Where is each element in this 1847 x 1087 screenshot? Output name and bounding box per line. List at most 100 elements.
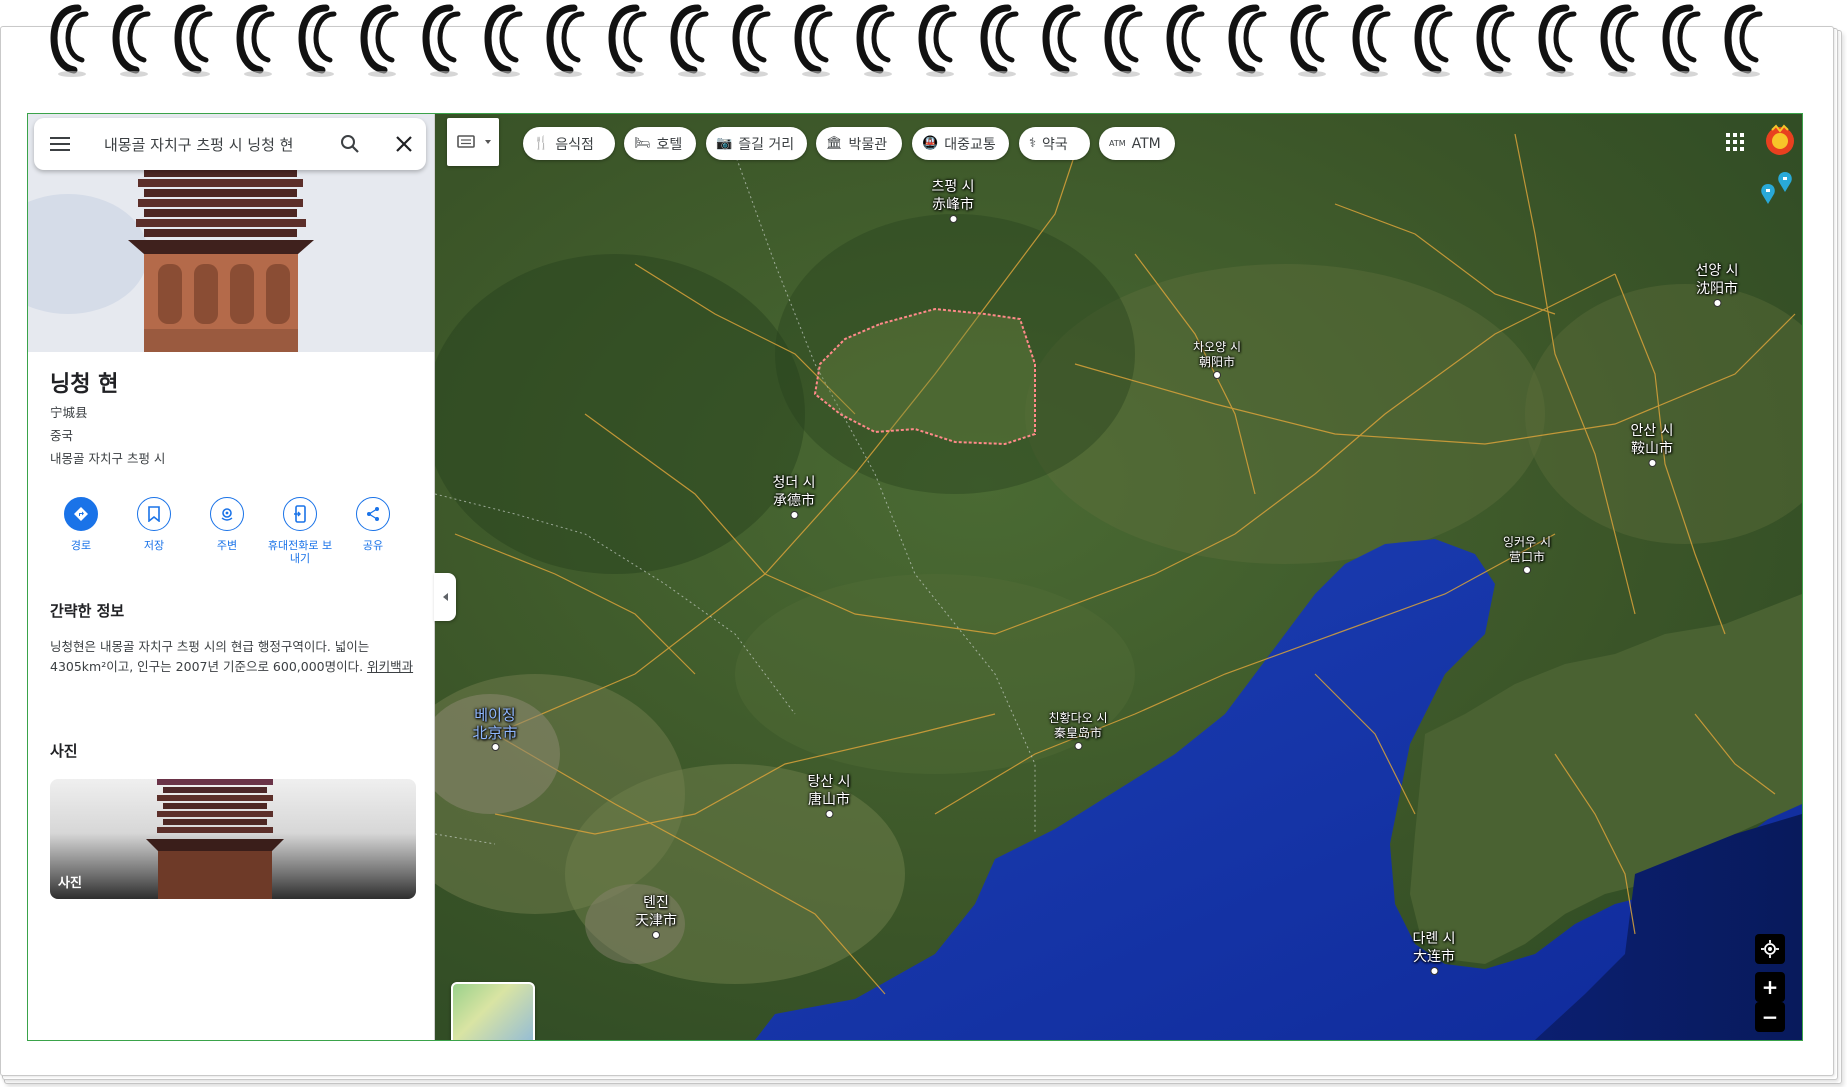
binding-ring-icon [50,4,89,77]
summary-text: 닝청현은 내몽골 자치구 츠펑 시의 현급 행정구역이다. 넓이는 4305km… [50,639,414,674]
share-button[interactable]: 공유 [340,497,406,552]
binding-ring-icon [546,4,585,77]
send-to-phone-button[interactable]: 휴대전화로 보내기 [267,497,333,565]
city-label[interactable]: 차오양 시 朝阳市 [1193,340,1241,379]
city-label-capital[interactable]: 베이징 北京市 [472,706,518,751]
spiral-binding [48,0,1788,86]
binding-ring-icon [484,4,523,77]
binding-ring-icon [1352,4,1391,77]
city-label[interactable]: 잉커우 시 营口市 [1503,535,1551,574]
chevron-left-icon [443,593,448,601]
binding-ring-icon [856,4,895,77]
action-row: 경로 저장 주변 휴대전화로 보내기 공유 [48,497,420,577]
search-box[interactable]: 내몽골 자치구 츠펑 시 닝청 현 [34,118,426,170]
save-button[interactable]: 저장 [121,497,187,552]
chip-restaurants[interactable]: 🍴 음식점 [523,127,615,160]
city-label[interactable]: 안산 시 鞍山市 [1630,422,1674,467]
city-dot-icon [490,743,499,751]
place-title: 닝청 현 [50,372,119,397]
zoom-out-button[interactable]: − [1755,1002,1785,1032]
binding-ring-icon [1600,4,1639,77]
transit-icon: 🚇 [922,136,939,151]
layers-toggle-button[interactable] [451,982,535,1040]
city-label[interactable]: 톈진 天津市 [635,894,677,939]
apps-grid-icon[interactable] [1725,132,1745,152]
nearby-button[interactable]: 주변 [194,497,260,552]
museum-icon: 🏛 [826,136,843,151]
binding-ring-icon [670,4,709,77]
city-label[interactable]: 청더 시 承德市 [772,474,816,519]
hotel-icon: 🛏 [634,136,651,151]
place-country: 중국 [50,428,74,443]
map-pin-icon[interactable] [1759,170,1799,210]
maps-window: 🍴 음식점 🛏 호텔 📷 즐길 거리 🏛 박물관 🚇 대중교통 ⚕ 약국 ATM ATM [27,113,1803,1041]
pagoda-photo [146,779,284,899]
zoom-in-button[interactable]: + [1755,972,1785,1002]
city-dot-icon [652,931,660,939]
directions-button[interactable]: 경로 [48,497,114,552]
binding-ring-icon [360,4,399,77]
summary-title: 간략한 정보 [50,602,125,620]
city-label[interactable]: 친황다오 시 秦皇岛市 [1048,711,1108,750]
city-dot-icon [1212,371,1221,379]
chip-hotels[interactable]: 🛏 호텔 [624,127,696,160]
binding-ring-icon [732,4,771,77]
restaurant-icon: 🍴 [533,136,550,151]
pharmacy-icon: ⚕ [1029,136,1037,151]
place-hero-image[interactable]: 내몽골 자치구 츠펑 시 닝청 현 [28,114,434,352]
my-location-button[interactable] [1755,934,1785,964]
city-dot-icon [1522,566,1531,574]
chip-transit[interactable]: 🚇 대중교통 [912,127,1009,160]
search-icon[interactable] [338,132,362,156]
city-label[interactable]: 츠펑 시 赤峰市 [931,178,975,223]
atm-icon: ATM [1109,139,1126,148]
account-avatar[interactable] [1764,124,1796,158]
photo-thumbnail[interactable]: 사진 [50,779,416,899]
binding-ring-icon [174,4,213,77]
hamburger-menu-icon[interactable] [48,133,72,155]
chip-atm[interactable]: ATM ATM [1099,127,1175,160]
place-native-name: 宁城县 [50,405,88,420]
binding-ring-icon [112,4,151,77]
zoom-controls: + − [1755,934,1787,1040]
chip-museums[interactable]: 🏛 박물관 [816,127,902,160]
city-dot-icon [1713,299,1721,307]
binding-ring-icon [1228,4,1267,77]
share-icon [367,507,379,521]
chip-things-to-do[interactable]: 📷 즐길 거리 [706,127,807,160]
collapse-panel-button[interactable] [434,573,456,621]
city-dot-icon [1648,459,1656,467]
chip-pharmacy[interactable]: ⚕ 약국 [1019,127,1090,160]
binding-ring-icon [1476,4,1515,77]
map-canvas[interactable]: 🍴 음식점 🛏 호텔 📷 즐길 거리 🏛 박물관 🚇 대중교통 ⚕ 약국 ATM ATM [435,114,1802,1040]
binding-ring-icon [918,4,957,77]
city-dot-icon [825,810,833,818]
binding-ring-icon [236,4,275,77]
place-region: 내몽골 자치구 츠펑 시 [50,451,166,466]
place-panel: 내몽골 자치구 츠펑 시 닝청 현 닝청 현 宁城县 중국 내몽골 자치구 츠펑… [28,114,435,1040]
city-label[interactable]: 다롄 시 大连市 [1412,930,1456,975]
binding-ring-icon [1290,4,1329,77]
city-dot-icon [1430,967,1438,975]
bookmark-icon [148,506,160,522]
binding-ring-icon [1414,4,1453,77]
city-label[interactable]: 탕산 시 唐山市 [807,773,851,818]
photo-label: 사진 [58,876,82,891]
keyboard-input-button[interactable] [447,118,499,166]
city-dot-icon [790,511,798,519]
binding-ring-icon [1538,4,1577,77]
photos-title: 사진 [50,742,78,760]
city-dot-icon [1073,742,1082,750]
binding-ring-icon [608,4,647,77]
city-label[interactable]: 선양 시 沈阳市 [1695,262,1739,307]
close-icon[interactable] [392,132,416,156]
binding-ring-icon [1662,4,1701,77]
search-input[interactable]: 내몽골 자치구 츠펑 시 닝청 현 [104,134,314,155]
binding-ring-icon [1724,4,1763,77]
city-dot-icon [949,215,957,223]
wikipedia-link[interactable]: 위키백과 [367,659,413,674]
phone-icon [294,505,306,523]
binding-ring-icon [980,4,1019,77]
binding-ring-icon [422,4,461,77]
crosshair-icon [1761,940,1779,958]
